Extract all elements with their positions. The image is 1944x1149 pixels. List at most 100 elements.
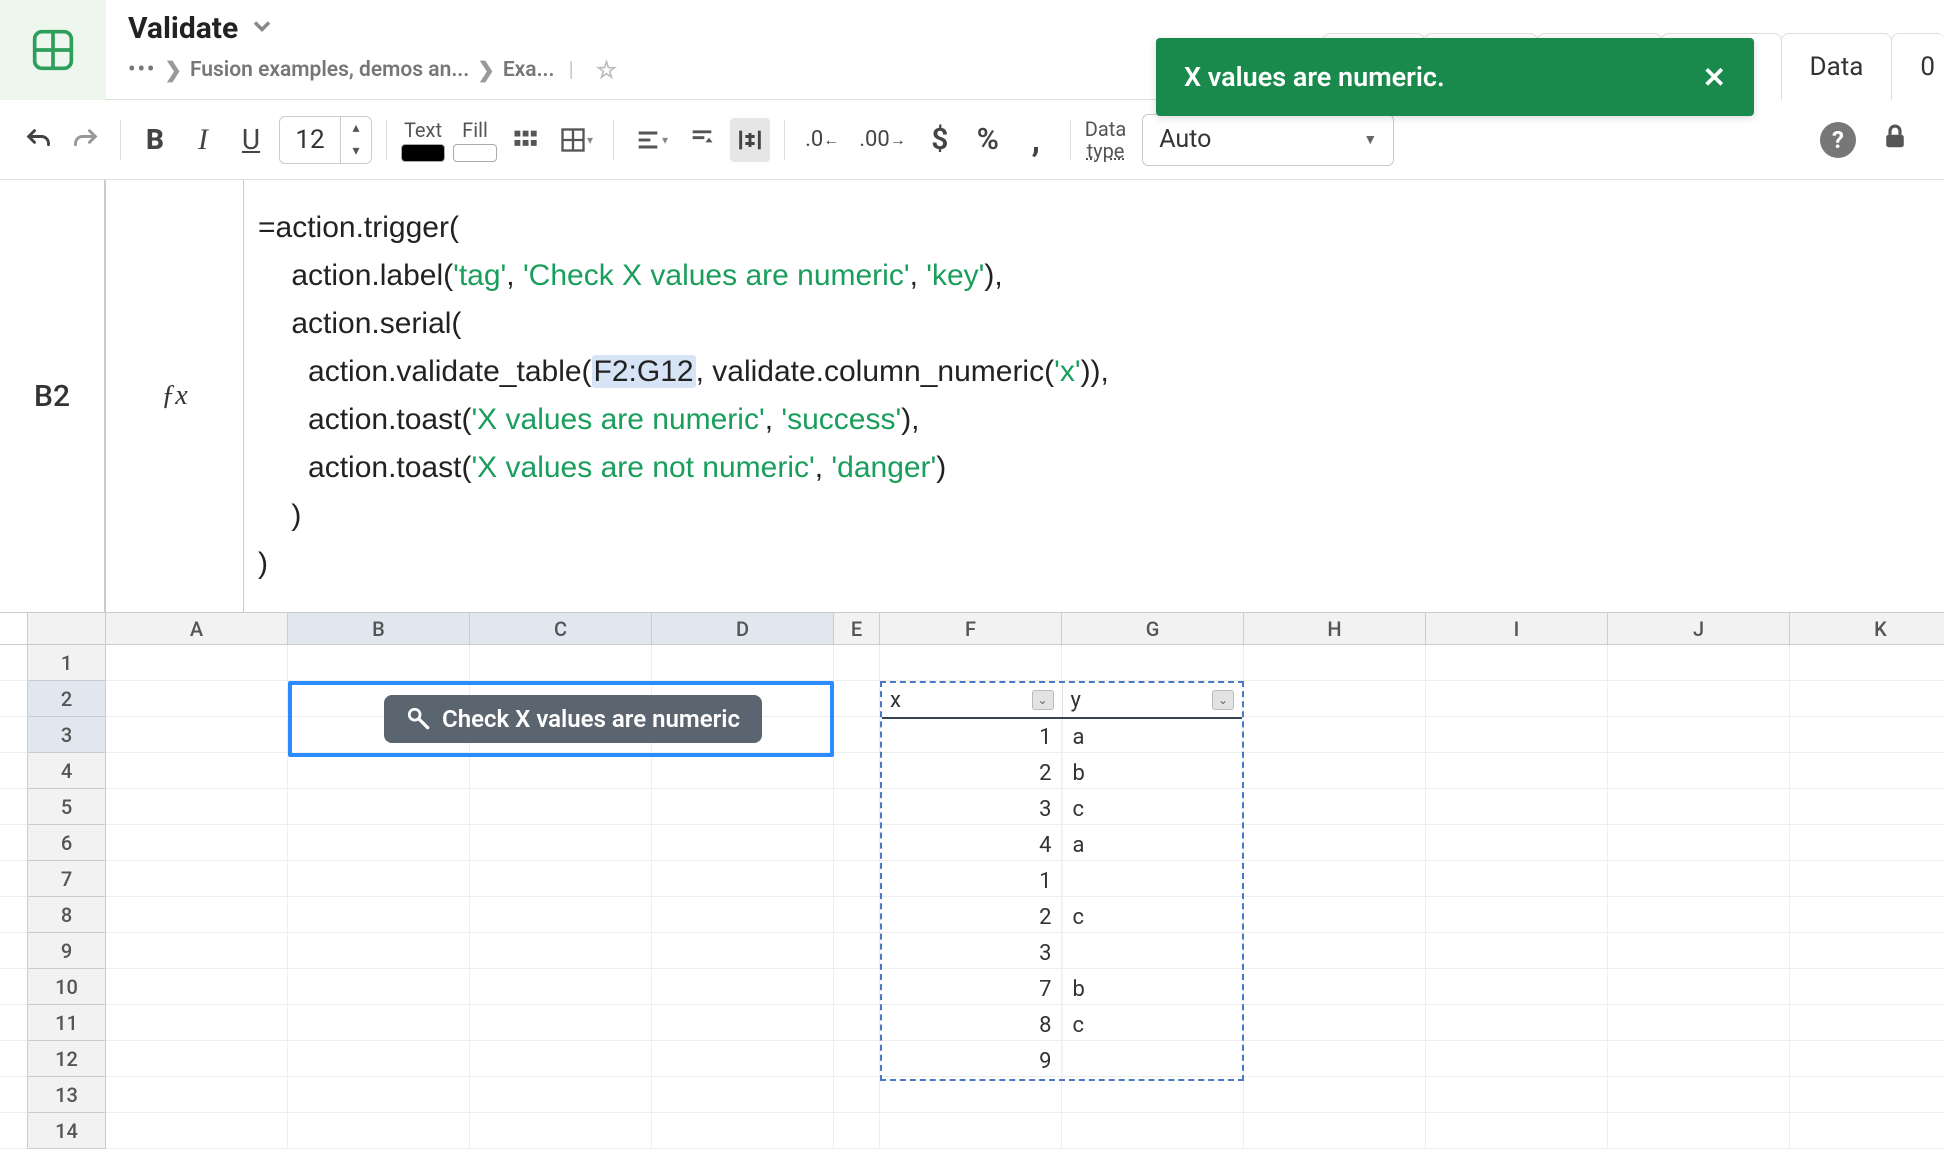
cell[interactable] [834, 1041, 880, 1077]
cell[interactable] [1426, 933, 1608, 969]
cell-reference[interactable]: B2 [0, 180, 106, 612]
table-cell[interactable] [1063, 863, 1243, 899]
font-size-up-icon[interactable]: ▴ [341, 117, 371, 140]
cell[interactable] [288, 897, 470, 933]
doc-title[interactable]: Validate [128, 11, 238, 46]
cell[interactable] [106, 681, 288, 717]
cell[interactable] [1608, 645, 1790, 681]
row-header-9[interactable]: 9 [28, 933, 106, 969]
cell[interactable] [1790, 897, 1944, 933]
cell[interactable] [1244, 717, 1426, 753]
cell[interactable] [1244, 1041, 1426, 1077]
cell[interactable] [1426, 861, 1608, 897]
cell[interactable] [106, 861, 288, 897]
cell[interactable] [288, 1005, 470, 1041]
row-header-6[interactable]: 6 [28, 825, 106, 861]
row-header-2[interactable]: 2 [28, 681, 106, 717]
cell[interactable] [1608, 1041, 1790, 1077]
col-header-B[interactable]: B [288, 613, 470, 645]
tab-more[interactable]: 0 [1891, 33, 1944, 100]
cell[interactable] [1790, 1077, 1944, 1113]
table-cell[interactable]: b [1063, 971, 1243, 1007]
cell[interactable] [1062, 645, 1244, 681]
cell[interactable] [470, 933, 652, 969]
cell[interactable] [652, 1113, 834, 1149]
data-type-select[interactable]: Auto ▼ [1142, 114, 1394, 166]
cond-format-button[interactable] [505, 118, 545, 162]
row-header-3[interactable]: 3 [28, 717, 106, 753]
thousands-button[interactable]: , [1016, 118, 1056, 162]
cell[interactable] [1244, 1005, 1426, 1041]
breadcrumb[interactable]: ••• ❯ Fusion examples, demos an... ❯ Exa… [106, 48, 1242, 92]
row-header-11[interactable]: 11 [28, 1005, 106, 1041]
table-cell[interactable]: b [1063, 755, 1243, 791]
text-color-button[interactable] [401, 144, 445, 162]
cell[interactable] [106, 645, 288, 681]
cell[interactable] [1790, 789, 1944, 825]
table-cell[interactable]: 9 [882, 1043, 1063, 1079]
cell[interactable] [288, 933, 470, 969]
table-cell[interactable]: a [1063, 827, 1243, 863]
fx-icon[interactable]: ƒx [106, 180, 244, 612]
table-cell[interactable]: 2 [882, 755, 1063, 791]
row-header-12[interactable]: 12 [28, 1041, 106, 1077]
cell[interactable] [288, 645, 470, 681]
cell[interactable] [1790, 861, 1944, 897]
cell[interactable] [834, 645, 880, 681]
cell[interactable] [834, 969, 880, 1005]
col-header-K[interactable]: K [1790, 613, 1944, 645]
cell[interactable] [652, 1077, 834, 1113]
col-header-F[interactable]: F [880, 613, 1062, 645]
chevron-down-icon[interactable]: ⌄ [1032, 690, 1054, 710]
cell[interactable] [470, 861, 652, 897]
table-cell[interactable]: 1 [882, 863, 1063, 899]
table-header-y[interactable]: y⌄ [1063, 683, 1243, 717]
cell[interactable] [834, 1077, 880, 1113]
col-header-I[interactable]: I [1426, 613, 1608, 645]
breadcrumb-mid[interactable]: Fusion examples, demos an... [190, 58, 469, 82]
cell[interactable] [1790, 1113, 1944, 1149]
cell[interactable] [470, 897, 652, 933]
cell[interactable] [1244, 753, 1426, 789]
select-all-corner[interactable] [28, 613, 106, 645]
cell[interactable] [1790, 753, 1944, 789]
cell[interactable] [1244, 1113, 1426, 1149]
col-header-E[interactable]: E [834, 613, 880, 645]
cell[interactable] [288, 789, 470, 825]
cell[interactable] [1608, 1077, 1790, 1113]
cell[interactable] [652, 789, 834, 825]
wrap-button[interactable] [730, 118, 770, 162]
cell[interactable] [106, 717, 288, 753]
cell[interactable] [470, 645, 652, 681]
table-cell[interactable]: 3 [882, 935, 1063, 971]
row-header-14[interactable]: 14 [28, 1113, 106, 1149]
cell[interactable] [652, 825, 834, 861]
cell[interactable] [470, 1113, 652, 1149]
row-header-8[interactable]: 8 [28, 897, 106, 933]
percent-button[interactable]: % [968, 118, 1008, 162]
increase-decimal-button[interactable]: .00→ [853, 118, 912, 162]
cell[interactable] [834, 861, 880, 897]
cell[interactable] [1244, 861, 1426, 897]
cell[interactable] [652, 1041, 834, 1077]
row-header-10[interactable]: 10 [28, 969, 106, 1005]
table-cell[interactable]: 8 [882, 1007, 1063, 1043]
cell[interactable] [834, 717, 880, 753]
cell[interactable] [1062, 1113, 1244, 1149]
cell[interactable] [288, 969, 470, 1005]
app-logo[interactable] [0, 0, 106, 100]
row-header-1[interactable]: 1 [28, 645, 106, 681]
cell[interactable] [1426, 825, 1608, 861]
cell[interactable] [1608, 1005, 1790, 1041]
cell[interactable] [1608, 753, 1790, 789]
cell[interactable] [880, 1077, 1062, 1113]
cell[interactable] [470, 825, 652, 861]
table-row[interactable]: 2c [882, 899, 1242, 935]
cell[interactable] [1244, 933, 1426, 969]
cell[interactable] [106, 933, 288, 969]
cell[interactable] [834, 789, 880, 825]
cell[interactable] [1790, 1005, 1944, 1041]
cell[interactable] [106, 1077, 288, 1113]
borders-button[interactable]: ▾ [553, 118, 599, 162]
cell[interactable] [880, 645, 1062, 681]
